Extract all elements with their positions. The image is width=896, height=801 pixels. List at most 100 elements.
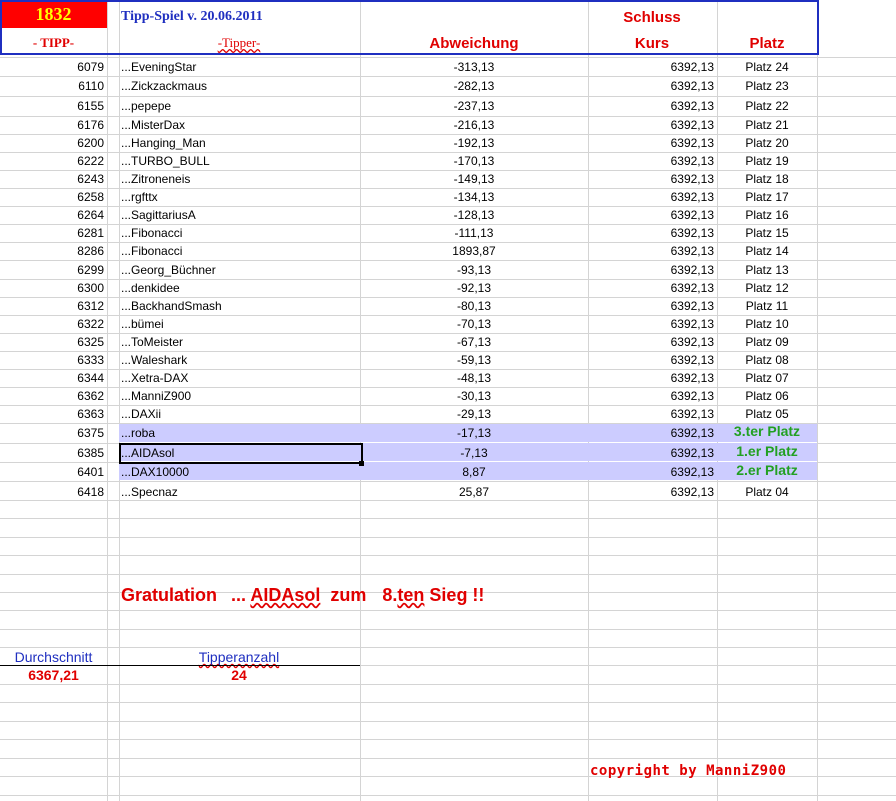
grid-row-line bbox=[0, 260, 896, 261]
tipper-name: ...BackhandSmash bbox=[121, 299, 222, 313]
grid-row-line bbox=[0, 369, 896, 370]
tipper-name: ...MisterDax bbox=[121, 118, 186, 132]
tipper-name: ...Fibonacci bbox=[121, 226, 183, 240]
grid-row-line bbox=[0, 387, 896, 388]
grid-row-line bbox=[0, 315, 896, 316]
kurs-value: 6392,13 bbox=[670, 154, 714, 168]
tipp-value: 6258 bbox=[77, 190, 104, 204]
kurs-value: 6392,13 bbox=[670, 208, 714, 222]
tipp-value: 6222 bbox=[77, 154, 104, 168]
abweichung-value: -7,13 bbox=[460, 446, 488, 460]
grid-row-line bbox=[0, 188, 896, 189]
platz-value: Platz 09 bbox=[745, 335, 789, 349]
gratulation-text: Gratulation... AIDAsol zum 8.ten Sieg !! bbox=[121, 585, 484, 606]
grid-row-line bbox=[0, 152, 896, 153]
tipperanzahl-label: Tipperanzahl bbox=[198, 649, 280, 665]
tipper-name: ...bümei bbox=[121, 317, 164, 331]
abweichung-value: -149,13 bbox=[453, 172, 495, 186]
tipper-name: ...EveningStar bbox=[121, 60, 197, 74]
spreadsheet[interactable]: 1832 Tipp-Spiel v. 20.06.2011 Schluss - … bbox=[0, 0, 896, 801]
kurs-value: 6392,13 bbox=[670, 118, 714, 132]
tipp-value: 6375 bbox=[77, 426, 104, 440]
gratulation-winner: AIDAsol bbox=[250, 585, 321, 605]
grid-row-line bbox=[0, 739, 896, 740]
kurs-value: 6392,13 bbox=[670, 79, 714, 93]
fill-handle[interactable] bbox=[359, 461, 364, 466]
tipperanzahl-value: 24 bbox=[231, 667, 247, 683]
kurs-value: 6392,13 bbox=[670, 317, 714, 331]
tipper-name: ...Zitroneneis bbox=[121, 172, 191, 186]
platz-value: Platz 15 bbox=[745, 226, 789, 240]
copyright-text: copyright by ManniZ900 bbox=[590, 763, 787, 779]
tipper-name: ...Waleshark bbox=[121, 353, 188, 367]
abweichung-value: -282,13 bbox=[453, 79, 495, 93]
grid-row-line bbox=[0, 537, 896, 538]
tipper-name: ...Hanging_Man bbox=[121, 136, 206, 150]
abweichung-value: -128,13 bbox=[453, 208, 495, 222]
gratulation-dots: ... bbox=[231, 585, 247, 605]
platz-value: Platz 12 bbox=[745, 281, 789, 295]
sheet-title: Tipp-Spiel v. 20.06.2011 bbox=[121, 9, 263, 24]
tipp-value: 8286 bbox=[77, 244, 104, 258]
kurs-value: 6392,13 bbox=[670, 465, 714, 479]
tipp-value: 6333 bbox=[77, 353, 104, 367]
cell-selection[interactable] bbox=[119, 443, 363, 464]
platz-value: Platz 17 bbox=[745, 190, 789, 204]
abweichung-value: -29,13 bbox=[456, 407, 492, 421]
platz-value: Platz 11 bbox=[745, 299, 789, 313]
abweichung-value: -30,13 bbox=[456, 389, 492, 403]
platz-value: Platz 04 bbox=[745, 485, 789, 499]
tipper-name: ...DAXii bbox=[121, 407, 162, 421]
kurs-value: 6392,13 bbox=[670, 353, 714, 367]
tipper-name: ...Specnaz bbox=[121, 485, 178, 499]
tipp-value: 6243 bbox=[77, 172, 104, 186]
grid-row-line bbox=[0, 629, 896, 630]
kurs-value: 6392,13 bbox=[670, 60, 714, 74]
abweichung-value: -17,13 bbox=[456, 426, 492, 440]
kurs-value: 6392,13 bbox=[670, 485, 714, 499]
schluss-label: Schluss bbox=[623, 9, 681, 26]
tipp-value: 6344 bbox=[77, 371, 104, 385]
gratulation-sieg: Sieg !! bbox=[429, 585, 485, 605]
abweichung-value: -92,13 bbox=[456, 281, 492, 295]
abweichung-value: -111,13 bbox=[454, 226, 494, 240]
grid-row-line bbox=[0, 333, 896, 334]
grid-row-line bbox=[0, 297, 896, 298]
grid-row-line bbox=[0, 702, 896, 703]
tipper-name: ...Georg_Büchner bbox=[121, 263, 216, 277]
platz-value: Platz 07 bbox=[745, 371, 789, 385]
abweichung-value: -313,13 bbox=[453, 60, 495, 74]
platz-value: Platz 08 bbox=[745, 353, 789, 367]
tipp-value: 6363 bbox=[77, 407, 104, 421]
kurs-value: 6392,13 bbox=[670, 407, 714, 421]
kurs-value: 6392,13 bbox=[670, 99, 714, 113]
gratulation-word: Gratulation bbox=[121, 585, 218, 605]
kurs-value: 6392,13 bbox=[670, 281, 714, 295]
tipper-name: ...ManniZ900 bbox=[121, 389, 192, 403]
abweichung-value: -70,13 bbox=[456, 317, 492, 331]
kurs-value: 6392,13 bbox=[670, 299, 714, 313]
tipper-name: ...pepepe bbox=[121, 99, 172, 113]
abweichung-value: 1893,87 bbox=[452, 244, 496, 258]
tipp-value: 6418 bbox=[77, 485, 104, 499]
grid-col-line bbox=[817, 0, 818, 801]
col-header-tipper: -Tipper- bbox=[217, 35, 261, 50]
abweichung-value: -67,13 bbox=[456, 335, 492, 349]
tipp-value: 6362 bbox=[77, 389, 104, 403]
kurs-value: 6392,13 bbox=[670, 426, 714, 440]
tipper-name: ...DAX10000 bbox=[121, 465, 190, 479]
grid-row-line bbox=[0, 134, 896, 135]
kurs-value: 6392,13 bbox=[670, 172, 714, 186]
grid-row-line bbox=[0, 647, 896, 648]
kurs-value: 6392,13 bbox=[670, 226, 714, 240]
gratulation-num: 8. bbox=[382, 585, 398, 605]
gratulation-zum: zum bbox=[330, 585, 367, 605]
abweichung-value: -237,13 bbox=[453, 99, 495, 113]
grid-row-line bbox=[0, 405, 896, 406]
tipp-value: 6079 bbox=[77, 60, 104, 74]
platz-value: 1.er Platz bbox=[736, 443, 798, 459]
kurs-value: 6392,13 bbox=[670, 335, 714, 349]
grid-row-line bbox=[0, 518, 896, 519]
tipp-value: 6200 bbox=[77, 136, 104, 150]
grid-row-line bbox=[0, 76, 896, 77]
